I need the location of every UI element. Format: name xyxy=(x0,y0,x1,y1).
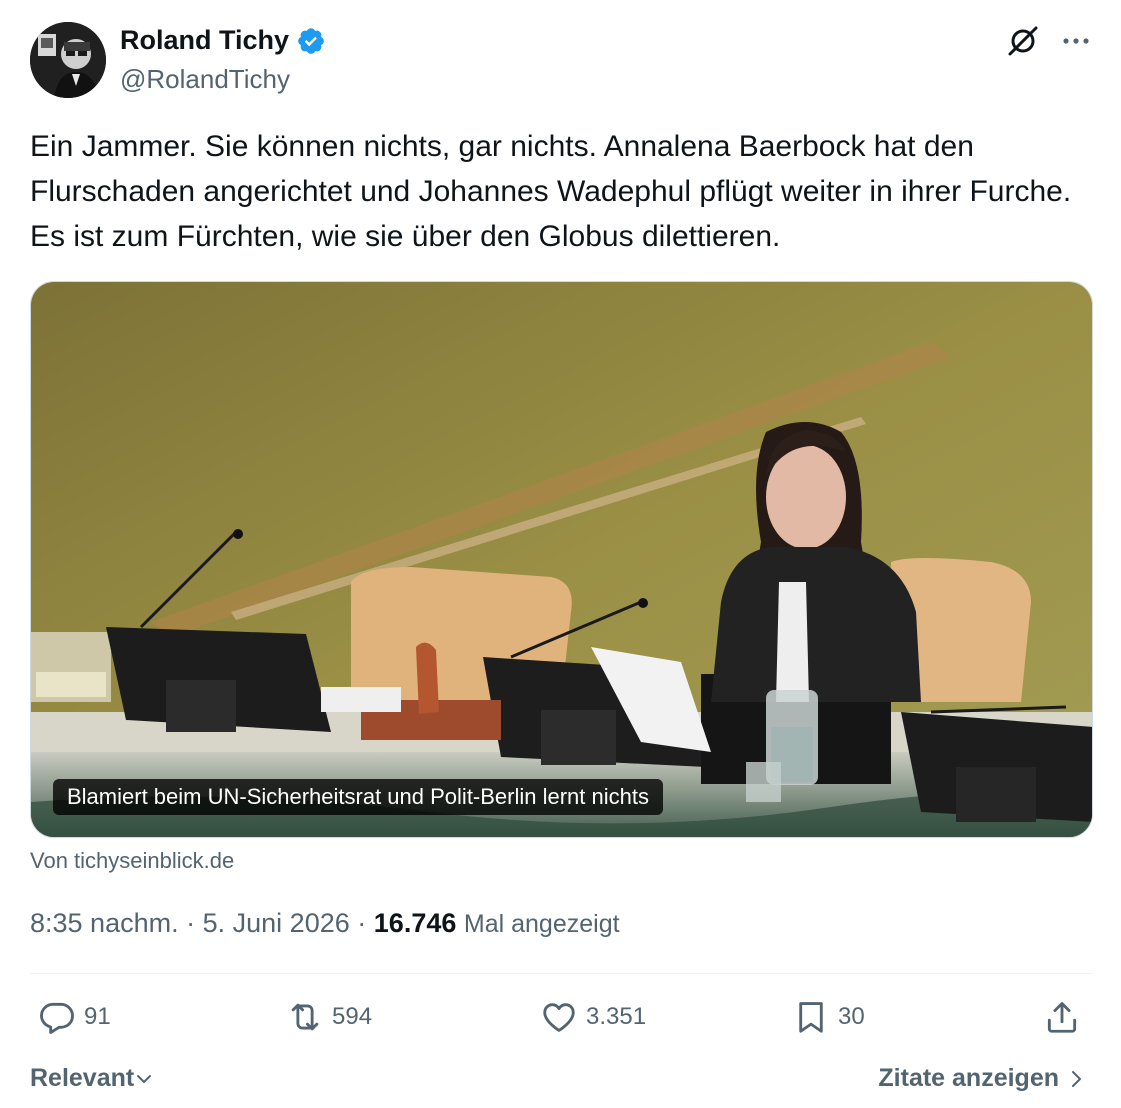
tweet-time[interactable]: 8:35 nachm. xyxy=(30,908,179,938)
sort-dropdown[interactable]: Relevant xyxy=(30,1064,154,1093)
tweet-header: Roland Tichy @RolandTichy xyxy=(30,22,1095,100)
bookmark-icon xyxy=(799,1002,823,1033)
author-avatar[interactable] xyxy=(30,22,106,98)
repost-count: 594 xyxy=(332,1003,373,1030)
share-icon xyxy=(1047,1002,1077,1033)
link-card[interactable]: Blamiert beim UN-Sicherheitsrat und Poli… xyxy=(30,281,1093,838)
action-bar: 91 594 3.351 30 xyxy=(30,998,1095,1042)
quotes-label: Zitate anzeigen xyxy=(878,1064,1059,1092)
name-row: Roland Tichy xyxy=(120,25,326,56)
tweet-text: Ein Jammer. Sie können nichts, gar nicht… xyxy=(30,130,1072,253)
heart-icon xyxy=(543,1003,575,1032)
views-count[interactable]: 16.746 xyxy=(374,908,457,938)
bookmark-button[interactable]: 30 xyxy=(792,998,865,1036)
tweet-meta: 8:35 nachm. · 5. Juni 2026 · 16.746 Mal … xyxy=(30,908,620,939)
reply-button[interactable]: 91 xyxy=(38,998,111,1036)
tweet-date[interactable]: 5. Juni 2026 xyxy=(203,908,350,938)
meta-separator: · xyxy=(186,908,196,938)
views-label: Mal angezeigt xyxy=(463,910,620,938)
like-button[interactable]: 3.351 xyxy=(540,998,646,1036)
grok-icon[interactable] xyxy=(1006,24,1040,58)
avatar-image xyxy=(30,22,106,98)
repost-icon xyxy=(291,1003,319,1031)
chevron-right-icon xyxy=(1072,1070,1081,1087)
divider xyxy=(30,973,1093,974)
like-count: 3.351 xyxy=(586,1003,647,1030)
repost-button[interactable]: 594 xyxy=(286,998,372,1036)
reply-count: 91 xyxy=(84,1003,111,1030)
view-quotes-link[interactable]: Zitate anzeigen xyxy=(878,1064,1087,1093)
share-button[interactable] xyxy=(1043,998,1081,1036)
card-image xyxy=(31,282,1092,837)
author-display-name[interactable]: Roland Tichy xyxy=(120,25,289,56)
card-source-link[interactable]: Von tichyseinblick.de xyxy=(30,848,234,874)
bookmark-count: 30 xyxy=(838,1003,865,1030)
reply-icon xyxy=(40,1002,74,1034)
meta-separator: · xyxy=(357,908,367,938)
verified-badge-icon[interactable] xyxy=(296,26,326,56)
author-handle[interactable]: @RolandTichy xyxy=(120,64,290,95)
more-icon[interactable] xyxy=(1061,28,1091,54)
chevron-down-icon xyxy=(137,1074,152,1083)
card-caption: Blamiert beim UN-Sicherheitsrat und Poli… xyxy=(53,779,663,815)
sort-label: Relevant xyxy=(30,1064,135,1092)
